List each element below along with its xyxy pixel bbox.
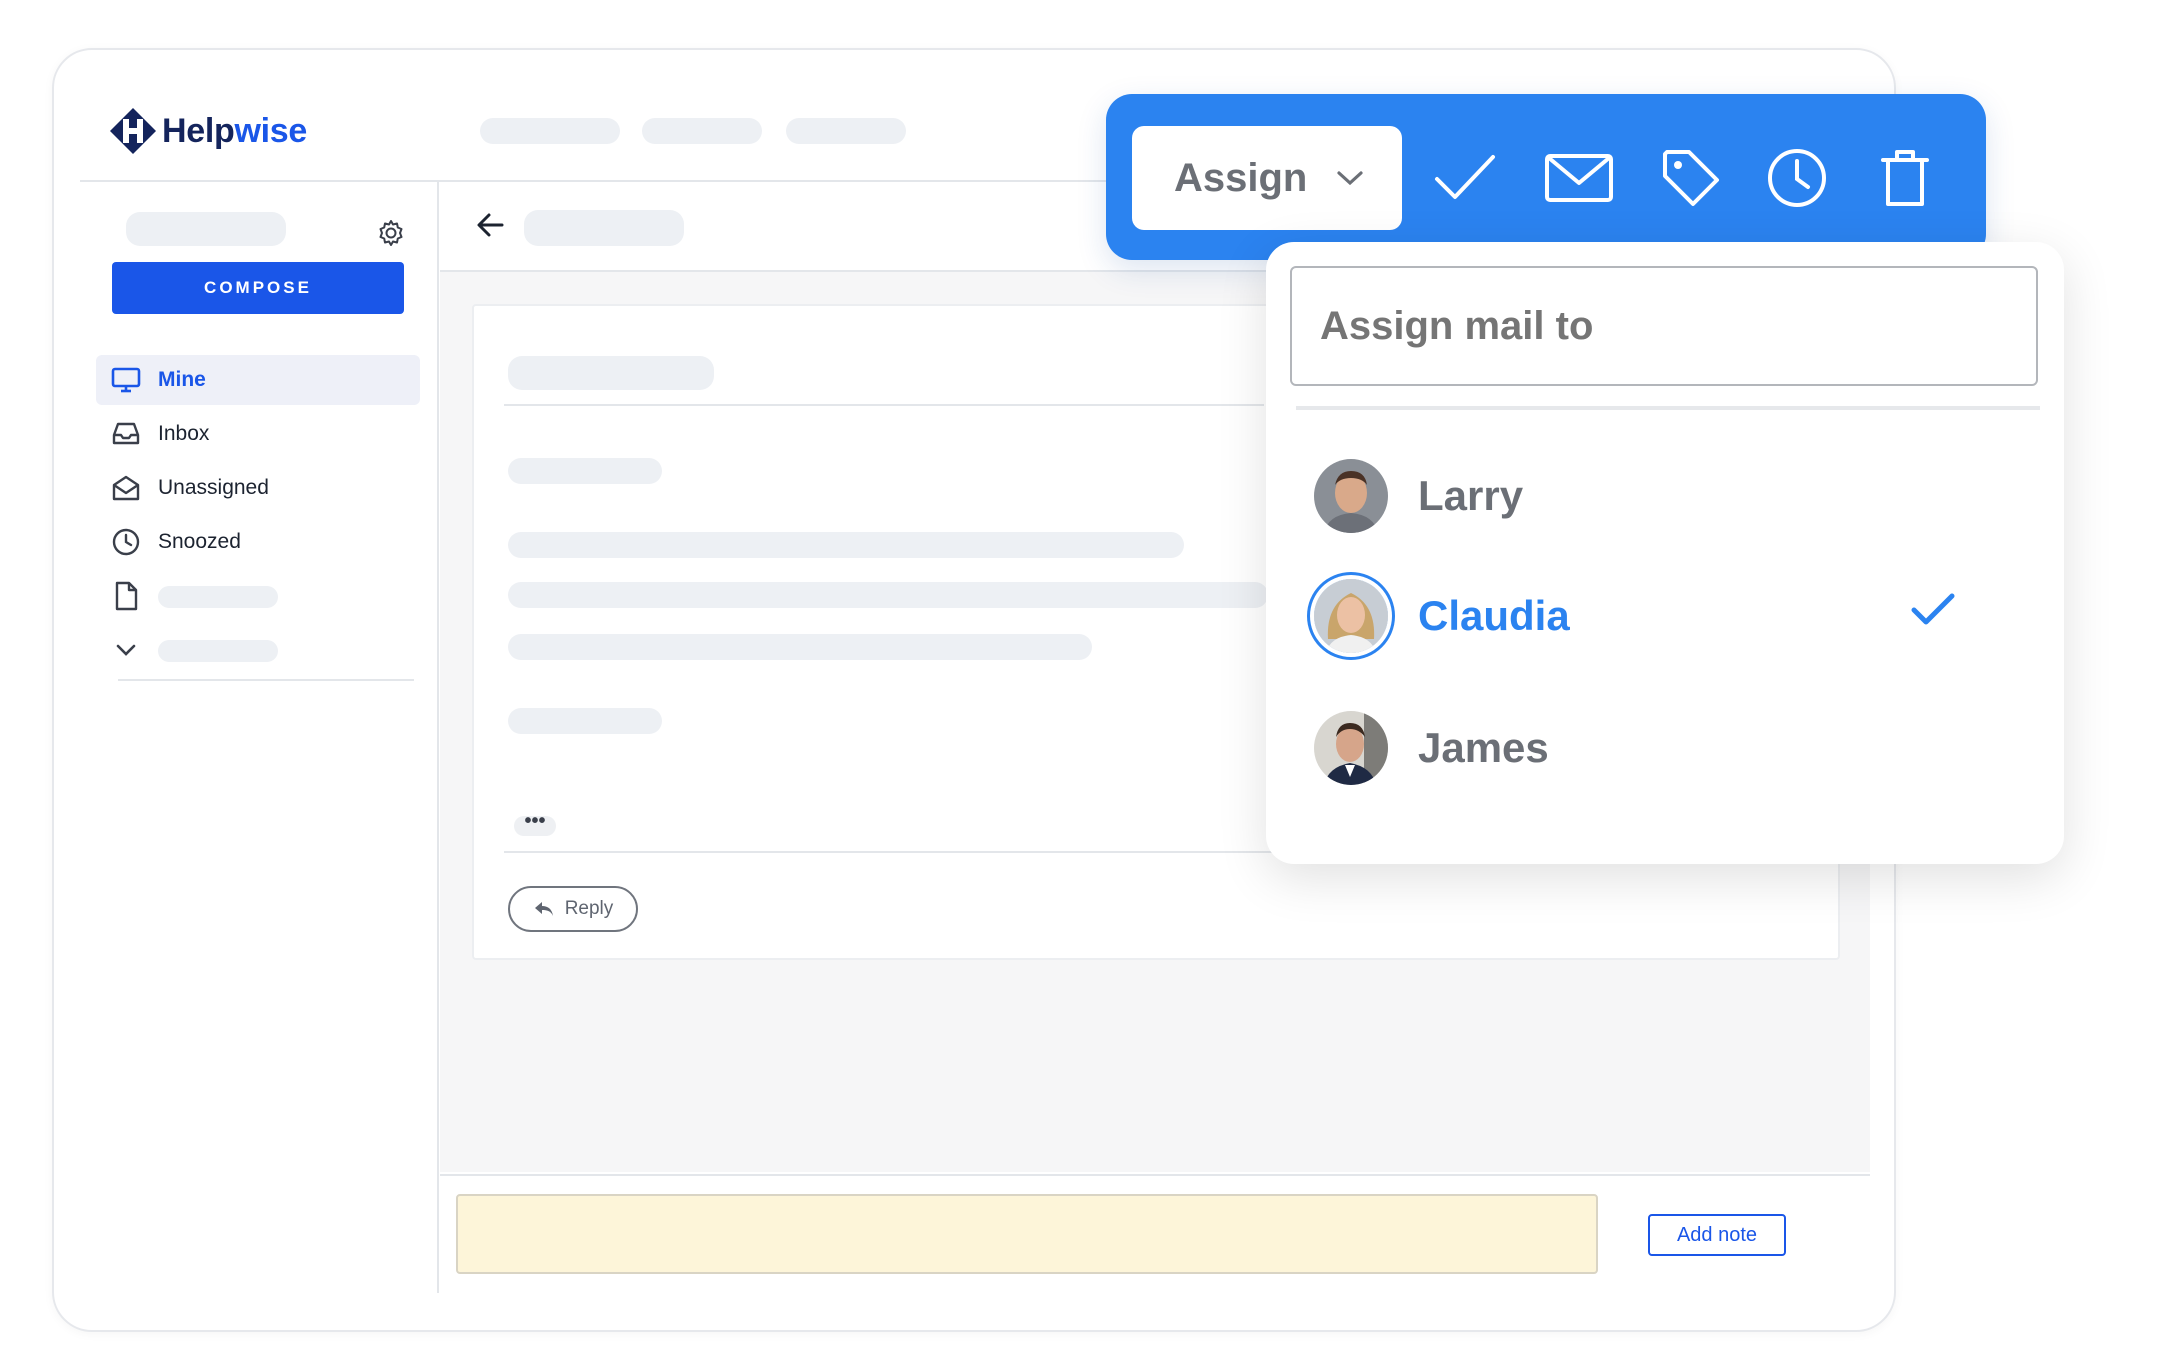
sidebar-item-unassigned[interactable]: Unassigned <box>96 463 420 513</box>
message-line-placeholder <box>508 708 662 734</box>
assignee-option-larry[interactable]: Larry <box>1314 454 2014 538</box>
brand-name: Helpwise <box>162 112 307 151</box>
dropdown-divider <box>1296 406 2040 410</box>
mark-unread-button[interactable] <box>1544 146 1614 210</box>
helpwise-logo[interactable]: Helpwise <box>110 108 307 154</box>
top-nav-placeholder <box>786 118 906 144</box>
sidebar-label-placeholder <box>158 640 278 662</box>
gear-icon[interactable] <box>376 218 406 248</box>
compose-button[interactable]: COMPOSE <box>112 262 404 314</box>
message-line-placeholder <box>508 582 1268 608</box>
sidebar-item-inbox[interactable]: Inbox <box>96 409 420 459</box>
sidebar-label-placeholder <box>158 586 278 608</box>
back-arrow-icon[interactable] <box>474 208 508 242</box>
close-conversation-button[interactable] <box>1430 146 1500 210</box>
note-area-divider <box>440 1174 1870 1176</box>
avatar <box>1314 579 1388 653</box>
check-icon <box>1435 155 1495 199</box>
assignee-option-james[interactable]: James <box>1314 706 2014 790</box>
conversation-title-placeholder <box>524 210 684 246</box>
open-envelope-icon <box>110 472 142 504</box>
sidebar-item-label: Snoozed <box>158 530 241 553</box>
sidebar-item-label: Unassigned <box>158 476 269 499</box>
brand-prefix: Help <box>162 111 235 150</box>
clock-icon <box>110 526 142 558</box>
monitor-icon <box>110 364 142 396</box>
helpwise-logo-icon <box>110 108 156 154</box>
top-nav-placeholder <box>642 118 762 144</box>
reply-button[interactable]: Reply <box>508 886 638 932</box>
message-line-placeholder <box>508 458 662 484</box>
assignee-name: James <box>1418 724 1549 771</box>
chevron-down-icon <box>110 634 142 666</box>
sidebar-section-divider <box>118 679 414 681</box>
delete-button[interactable] <box>1870 146 1940 210</box>
mailbox-name-placeholder <box>126 212 286 246</box>
assignee-name: Claudia <box>1418 592 1570 639</box>
inbox-tray-icon <box>110 418 142 450</box>
reply-label: Reply <box>564 898 614 919</box>
assign-search-input[interactable] <box>1290 266 2038 386</box>
tag-button[interactable] <box>1656 146 1726 210</box>
sender-placeholder <box>508 356 714 390</box>
assign-dropdown-button[interactable]: Assign <box>1132 126 1402 230</box>
message-header-divider <box>504 404 1264 406</box>
sidebar-item-label: Inbox <box>158 422 210 445</box>
message-line-placeholder <box>508 532 1184 558</box>
brand-suffix: wise <box>234 111 307 150</box>
avatar <box>1314 711 1388 785</box>
envelope-icon <box>1545 154 1613 202</box>
top-nav-placeholder <box>480 118 620 144</box>
snooze-button[interactable] <box>1762 146 1832 210</box>
trash-icon <box>1881 150 1929 206</box>
show-more-button[interactable]: ••• <box>514 811 556 836</box>
assign-label: Assign <box>1174 155 1308 200</box>
assignee-option-claudia[interactable]: Claudia <box>1314 574 2014 658</box>
clock-icon <box>1768 149 1826 207</box>
tag-icon <box>1663 150 1719 206</box>
message-footer-divider <box>504 851 1274 853</box>
sidebar-item-snoozed[interactable]: Snoozed <box>96 517 420 567</box>
add-note-button[interactable]: Add note <box>1648 1214 1786 1256</box>
message-line-placeholder <box>508 634 1092 660</box>
avatar <box>1314 459 1388 533</box>
reply-arrow-icon <box>534 902 553 916</box>
sidebar-item-label: Mine <box>158 368 206 391</box>
sidebar-divider <box>437 181 439 1293</box>
check-icon <box>1911 593 1955 625</box>
file-icon <box>110 580 142 612</box>
sidebar-item-mine[interactable]: Mine <box>96 355 420 405</box>
note-input[interactable] <box>456 1194 1598 1274</box>
assignee-name: Larry <box>1418 472 1524 519</box>
chevron-down-icon <box>1337 171 1363 186</box>
